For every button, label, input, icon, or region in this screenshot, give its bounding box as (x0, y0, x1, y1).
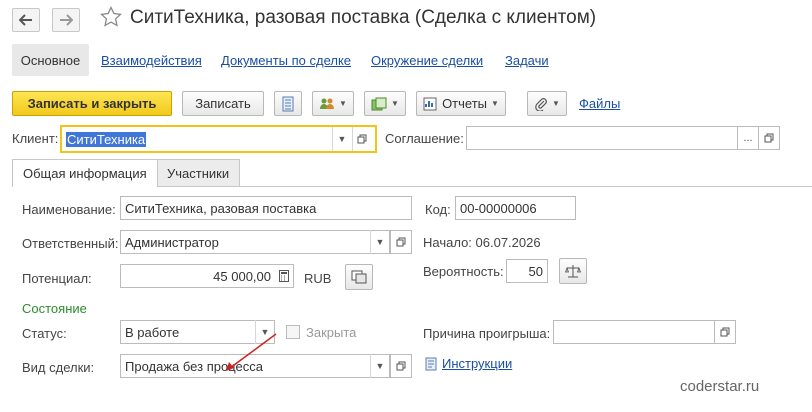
report-icon (423, 97, 437, 110)
open-window-icon (396, 237, 406, 247)
probability-label: Вероятность: (423, 264, 504, 279)
chevron-down-icon: ▼ (337, 134, 347, 144)
tab-tasks[interactable]: Задачи (505, 53, 549, 68)
client-dropdown-button[interactable]: ▼ (332, 127, 351, 151)
favorite-button[interactable] (100, 6, 122, 31)
open-window-icon (720, 327, 730, 337)
arrow-left-icon (19, 14, 32, 26)
client-open-button[interactable] (352, 127, 371, 151)
deal-type-dropdown-button[interactable]: ▼ (370, 354, 389, 378)
scales-icon (565, 265, 581, 278)
files-link[interactable]: Файлы (579, 96, 620, 111)
save-and-close-button[interactable]: Записать и закрыть (12, 91, 172, 116)
list-document-icon (282, 96, 294, 111)
tab-general-info[interactable]: Общая информация (12, 159, 158, 187)
name-input[interactable]: СитиТехника, разовая поставка (120, 196, 412, 220)
closed-label: Закрыта (306, 325, 357, 340)
closed-checkbox[interactable] (286, 325, 300, 339)
potential-input[interactable]: 45 000,00 (120, 264, 294, 288)
responsible-value: Администратор (125, 234, 219, 250)
potential-details-button[interactable] (345, 264, 373, 290)
responsible-input[interactable]: Администратор (120, 230, 390, 254)
calculator-icon (278, 270, 289, 282)
chevron-down-icon: ▼ (391, 99, 399, 108)
status-value: В работе (125, 324, 180, 340)
potential-label: Потенциал: (22, 271, 92, 286)
deal-type-label: Вид сделки: (22, 360, 95, 375)
client-label: Клиент: (12, 131, 59, 146)
loss-reason-open-button[interactable] (714, 320, 736, 344)
code-label: Код: (425, 202, 451, 217)
state-section-title: Состояние (22, 301, 87, 316)
tab-documents[interactable]: Документы по сделке (221, 53, 351, 68)
client-value: СитиТехника (66, 131, 147, 147)
reports-button[interactable]: Отчеты ▼ (416, 91, 506, 116)
arrow-right-icon (60, 14, 73, 26)
chevron-down-icon: ▼ (375, 361, 385, 371)
agreement-label: Соглашение: (385, 131, 464, 146)
probability-scale-button[interactable] (559, 258, 587, 284)
calculator-button[interactable] (274, 264, 293, 288)
loss-reason-label: Причина проигрыша: (423, 326, 551, 341)
tab-environment[interactable]: Окружение сделки (371, 53, 483, 68)
create-based-on-button[interactable]: ▼ (364, 91, 406, 116)
open-window-icon (357, 134, 367, 144)
loss-reason-input[interactable] (553, 320, 715, 344)
tab-interactions[interactable]: Взаимодействия (101, 53, 202, 68)
instructions-icon (425, 357, 437, 371)
annotation-arrow (226, 333, 277, 371)
users-icon (320, 98, 335, 109)
reports-label: Отчеты (442, 96, 487, 111)
open-window-icon (396, 361, 406, 371)
start-date-text: Начало: 06.07.2026 (423, 235, 541, 250)
page-title: СитиТехника, разовая поставка (Сделка с … (130, 7, 597, 28)
tab-main[interactable]: Основное (12, 44, 89, 76)
client-field[interactable]: СитиТехника (60, 125, 377, 153)
instructions-link[interactable]: Инструкции (442, 356, 512, 371)
responsible-open-button[interactable] (390, 230, 412, 254)
deal-type-open-button[interactable] (390, 354, 412, 378)
chevron-down-icon: ▼ (375, 237, 385, 247)
forward-button[interactable] (52, 8, 80, 32)
agreement-open-button[interactable] (758, 126, 780, 150)
code-input[interactable]: 00-00000006 (455, 196, 576, 220)
chevron-down-icon: ▼ (339, 99, 347, 108)
chevron-down-icon: ▼ (491, 99, 499, 108)
back-button[interactable] (12, 8, 40, 32)
chevron-down-icon: ▼ (552, 99, 560, 108)
create-document-icon (371, 97, 387, 110)
star-outline-icon (100, 6, 122, 27)
tab-participants[interactable]: Участники (156, 159, 241, 186)
open-window-icon (764, 133, 774, 143)
participants-menu-button[interactable]: ▼ (312, 91, 354, 116)
documents-icon (351, 270, 367, 284)
agreement-field[interactable] (466, 126, 738, 150)
document-structure-button[interactable] (274, 91, 302, 116)
potential-value: 45 000,00 (213, 268, 271, 284)
attach-file-button[interactable]: ▼ (527, 91, 567, 116)
name-label: Наименование: (22, 202, 116, 217)
watermark: coderstar.ru (680, 378, 760, 395)
agreement-choose-label: ... (743, 132, 753, 144)
currency-label: RUB (304, 271, 332, 286)
status-label: Статус: (22, 326, 67, 341)
paperclip-icon (535, 97, 547, 111)
responsible-label: Ответственный: (22, 236, 119, 251)
probability-input[interactable]: 50 (506, 259, 548, 283)
save-button[interactable]: Записать (182, 91, 264, 116)
responsible-dropdown-button[interactable]: ▼ (370, 230, 389, 254)
agreement-choose-button[interactable]: ... (737, 126, 759, 150)
